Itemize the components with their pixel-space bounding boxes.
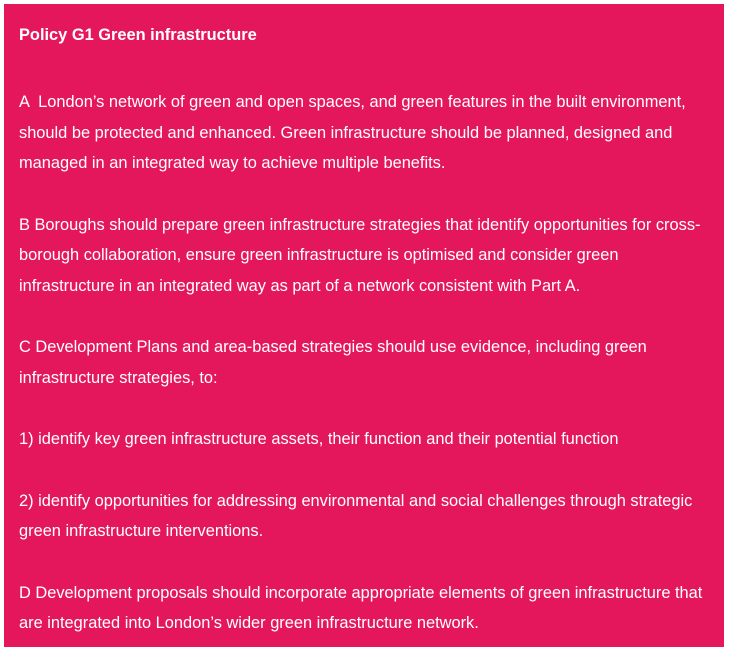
policy-paragraph-b: B Boroughs should prepare green infrastr… xyxy=(19,215,701,295)
policy-title: Policy G1 Green infrastructure xyxy=(19,26,257,44)
policy-item-2: 2) identify opportunities for addressing… xyxy=(19,491,697,541)
policy-box: Policy G1 Green infrastructure A London’… xyxy=(4,4,724,647)
policy-item-1: 1) identify key green infrastructure ass… xyxy=(19,430,619,448)
policy-paragraph-d: D Development proposals should incorpora… xyxy=(19,583,707,633)
policy-paragraph-c: C Development Plans and area-based strat… xyxy=(19,338,652,387)
policy-paragraph-a: A London’s network of green and open spa… xyxy=(19,93,691,172)
